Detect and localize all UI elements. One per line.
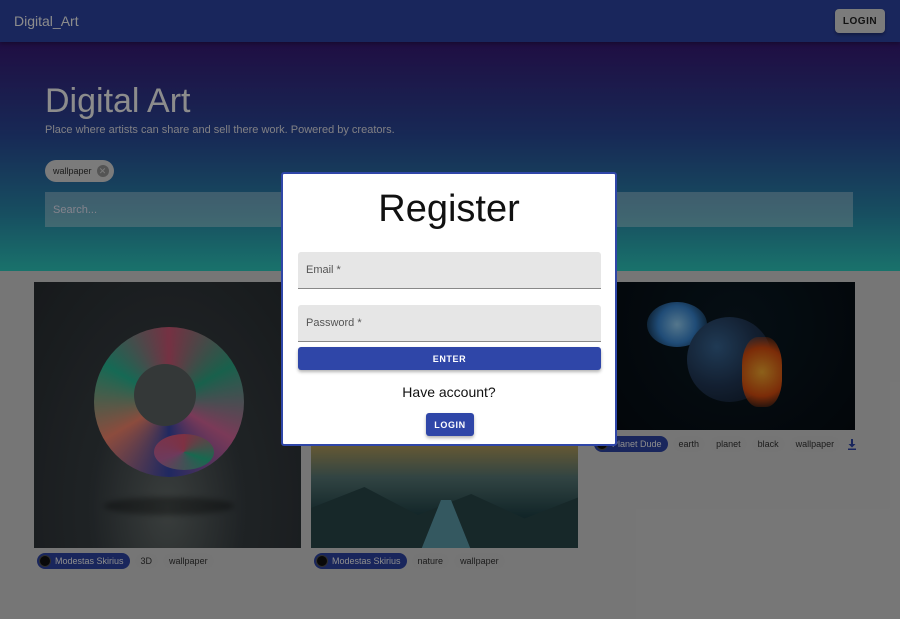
- password-field[interactable]: Password *: [298, 305, 601, 342]
- dialog-login-button[interactable]: LOGIN: [426, 413, 474, 436]
- password-label: Password *: [306, 317, 362, 329]
- email-label: Email *: [306, 264, 341, 276]
- dialog-title: Register: [378, 188, 520, 230]
- have-account-text: Have account?: [402, 384, 496, 400]
- enter-button[interactable]: ENTER: [298, 347, 601, 370]
- register-dialog: Register Email * Password * ENTER Have a…: [281, 172, 617, 446]
- email-field[interactable]: Email *: [298, 252, 601, 289]
